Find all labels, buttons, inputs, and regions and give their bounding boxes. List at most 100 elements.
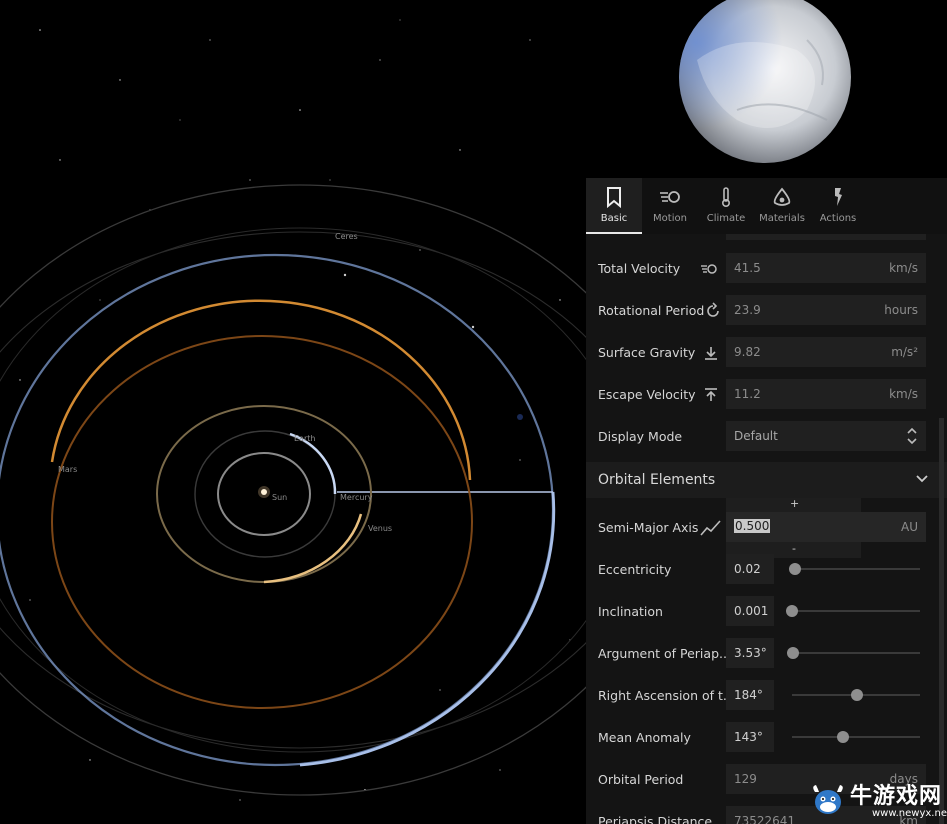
eccentricity-label: Eccentricity — [598, 562, 672, 577]
right-ascension-slider[interactable] — [792, 689, 920, 701]
rotational-period-label: Rotational Period — [598, 303, 705, 318]
orbital-elements-header[interactable]: Orbital Elements — [586, 462, 947, 498]
slider-knob[interactable] — [786, 605, 798, 617]
inclination-value: 0.001 — [734, 604, 769, 618]
venus-label[interactable]: Venus — [368, 524, 392, 533]
selected-planet-orbit — [0, 253, 555, 767]
total-velocity-field[interactable]: 41.5 km/s — [726, 253, 926, 283]
section-title: Orbital Elements — [598, 472, 716, 488]
total-velocity-row: Total Velocity 41.5 km/s — [586, 253, 947, 285]
right-ascension-label: Right Ascension of t... — [598, 688, 735, 703]
bookmark-icon — [607, 187, 621, 208]
total-velocity-value: 41.5 — [734, 261, 761, 275]
inclination-input[interactable]: 0.001 — [726, 596, 774, 626]
escape-velocity-label: Escape Velocity — [598, 387, 696, 402]
select-arrows-icon — [907, 427, 917, 445]
mean-anomaly-input[interactable]: 143° — [726, 722, 774, 752]
semi-major-axis-row: Semi-Major Axis 0.500 AU — [586, 512, 947, 544]
tab-actions[interactable]: Actions — [810, 178, 866, 234]
escape-velocity-value: 11.2 — [734, 387, 761, 401]
selected-orbit-highlight — [299, 491, 556, 767]
eccentricity-value: 0.02 — [734, 562, 761, 576]
mercury-label[interactable]: Mercury — [340, 493, 373, 502]
gravity-down-icon — [705, 347, 717, 360]
surface-gravity-value: 9.82 — [734, 345, 761, 359]
eccentricity-input[interactable]: 0.02 — [726, 554, 774, 584]
mars-orbit — [51, 335, 473, 709]
surface-gravity-field[interactable]: 9.82 m/s² — [726, 337, 926, 367]
total-velocity-label: Total Velocity — [598, 261, 681, 276]
slider-knob[interactable] — [788, 563, 801, 575]
motion-icon — [660, 191, 680, 203]
escape-up-icon — [705, 388, 717, 401]
right-ascension-value: 184° — [734, 688, 763, 702]
escape-velocity-row: Escape Velocity 11.2 km/s — [586, 379, 947, 411]
rotational-period-row: Rotational Period 23.9 hours — [586, 295, 947, 327]
display-mode-select[interactable]: Default — [726, 421, 926, 451]
watermark-text: 牛游戏网 — [850, 784, 943, 809]
semi-major-axis-unit: AU — [901, 520, 918, 534]
tab-label: Actions — [819, 213, 857, 224]
tab-label: Materials — [759, 213, 805, 224]
ceres-label[interactable]: Ceres — [335, 232, 358, 241]
eccentricity-row: Eccentricity 0.02 — [586, 554, 947, 586]
argument-of-periapsis-row: Argument of Periap... 3.53° — [586, 638, 947, 670]
periapsis-distance-value: 73522641 — [734, 814, 796, 824]
display-mode-label: Display Mode — [598, 429, 683, 444]
slider-knob[interactable] — [851, 689, 864, 701]
mars-label[interactable]: Mars — [58, 465, 77, 474]
mean-anomaly-value: 143° — [734, 730, 763, 744]
field-top-edge — [726, 234, 926, 240]
semi-major-axis-input[interactable]: 0.500 AU — [726, 512, 926, 542]
argument-of-periapsis-value: 3.53° — [734, 646, 767, 660]
tab-motion[interactable]: Motion — [642, 178, 698, 234]
display-mode-row: Display Mode Default — [586, 421, 947, 453]
escape-velocity-field[interactable]: 11.2 km/s — [726, 379, 926, 409]
tab-materials[interactable]: Materials — [754, 178, 810, 234]
eccentricity-slider[interactable] — [788, 563, 920, 575]
rotational-period-field[interactable]: 23.9 hours — [726, 295, 926, 325]
plus-label: + — [790, 497, 800, 510]
rotational-period-unit: hours — [884, 303, 918, 317]
slider-knob[interactable] — [787, 647, 800, 659]
thermometer-icon — [722, 187, 731, 208]
tab-label: Climate — [706, 213, 746, 224]
properties-panel: Basic Motion Climate Materials Actions T… — [586, 178, 947, 824]
inclination-label: Inclination — [598, 604, 663, 619]
argument-of-periapsis-slider[interactable] — [787, 647, 920, 659]
tab-climate[interactable]: Climate — [698, 178, 754, 234]
right-ascension-input[interactable]: 184° — [726, 680, 774, 710]
earth-label[interactable]: Earth — [294, 434, 315, 443]
motion-icon — [701, 264, 717, 274]
rotational-period-value: 23.9 — [734, 303, 761, 317]
surface-gravity-row: Surface Gravity 9.82 m/s² — [586, 337, 947, 369]
materials-icon — [773, 187, 791, 206]
tab-label: Motion — [653, 213, 687, 224]
sun[interactable] — [261, 489, 267, 495]
sun-label[interactable]: Sun — [272, 493, 287, 502]
semi-major-axis-value: 0.500 — [734, 519, 771, 533]
total-velocity-unit: km/s — [889, 261, 918, 275]
orbital-period-value: 129 — [734, 772, 757, 786]
mean-anomaly-slider[interactable] — [792, 731, 920, 743]
display-mode-value: Default — [734, 429, 778, 443]
trend-icon — [700, 520, 721, 536]
chevron-down-icon — [916, 475, 928, 483]
increment-button[interactable]: + — [726, 497, 861, 512]
distant-star — [517, 414, 523, 420]
escape-velocity-unit: km/s — [889, 387, 918, 401]
semi-major-axis-label: Semi-Major Axis — [598, 520, 699, 535]
watermark-url: www.newyx.net — [872, 808, 947, 819]
tab-label: Basic — [600, 213, 628, 224]
actions-icon — [835, 188, 842, 206]
slider-knob[interactable] — [837, 731, 850, 743]
right-ascension-row: Right Ascension of t... 184° — [586, 680, 947, 712]
tab-basic[interactable]: Basic — [586, 178, 642, 234]
surface-gravity-unit: m/s² — [891, 345, 918, 359]
cow-logo-icon — [813, 785, 843, 814]
tab-bar: Basic Motion Climate Materials Actions — [586, 178, 947, 234]
argument-of-periapsis-input[interactable]: 3.53° — [726, 638, 774, 668]
watermark: 牛游戏网 www.newyx.net — [808, 776, 947, 824]
rotate-icon — [707, 302, 719, 317]
inclination-slider[interactable] — [786, 605, 920, 617]
